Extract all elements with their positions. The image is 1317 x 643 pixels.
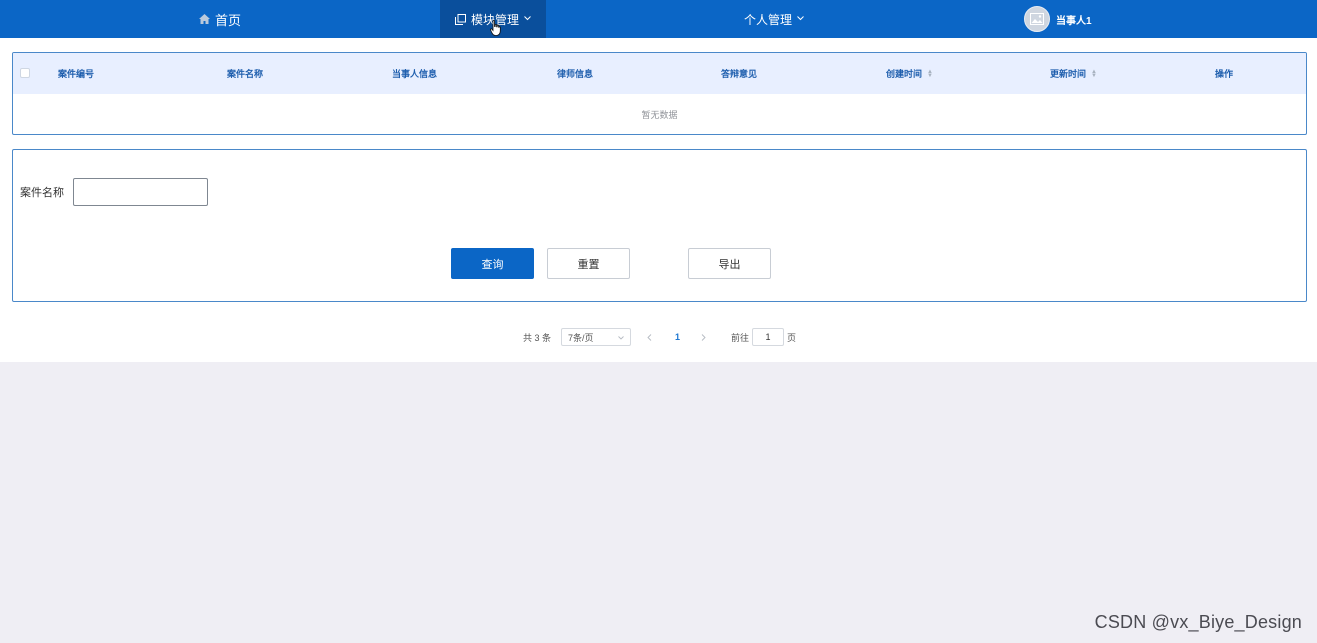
case-name-label: 案件名称: [20, 187, 64, 199]
column-header-lawyer-info: 律师信息: [557, 69, 594, 79]
nav-home-label: 首页: [215, 12, 242, 28]
column-header-actions: 操作: [1215, 69, 1234, 79]
page-size-value: 7条/页: [568, 332, 594, 343]
column-header-created-time[interactable]: 创建时间 ▲ ▼: [886, 53, 933, 94]
chevron-down-icon: [524, 13, 531, 23]
case-table: 案件编号 案件名称 当事人信息 律师信息 答辩意见 创建时间 ▲ ▼ 更新时间 ▲…: [12, 52, 1307, 135]
home-icon: [199, 14, 210, 24]
column-header-defense-opinion: 答辩意见: [721, 69, 758, 79]
top-navbar: 首页 模块管理 个人管理 当事人1: [0, 0, 1317, 38]
nav-personal-label: 个人管理: [744, 12, 793, 27]
watermark: CSDN @vx_Biye_Design: [1094, 612, 1302, 632]
table-header: 案件编号 案件名称 当事人信息 律师信息 答辩意见 创建时间 ▲ ▼ 更新时间 ▲…: [13, 53, 1306, 94]
search-panel: 案件名称 查询 重置 导出: [12, 149, 1307, 302]
select-all-checkbox[interactable]: [20, 68, 30, 78]
reset-button[interactable]: 重置: [547, 248, 630, 279]
column-header-case-no: 案件编号: [58, 69, 95, 79]
page-size-select[interactable]: 7条/页: [561, 328, 631, 346]
page-suffix: 页: [787, 332, 797, 343]
user-name: 当事人1: [1056, 15, 1092, 27]
query-button[interactable]: 查询: [451, 248, 534, 279]
sort-icon[interactable]: ▲ ▼: [1091, 69, 1097, 79]
page-number[interactable]: 1: [675, 328, 680, 346]
pagination: 共 3 条 7条/页 1 前往 1 页: [0, 328, 1317, 348]
case-name-input[interactable]: [73, 178, 208, 206]
nav-home[interactable]: 首页: [199, 0, 241, 38]
pagination-total: 共 3 条: [523, 332, 552, 343]
main-content: 案件编号 案件名称 当事人信息 律师信息 答辩意见 创建时间 ▲ ▼ 更新时间 ▲…: [0, 38, 1317, 362]
chevron-down-icon: [618, 332, 624, 342]
chevron-left-icon[interactable]: [647, 328, 652, 346]
chevron-right-icon[interactable]: [701, 328, 706, 346]
chevron-down-icon: [797, 13, 804, 23]
column-header-party-info: 当事人信息: [392, 69, 438, 79]
avatar[interactable]: [1024, 6, 1050, 32]
goto-label: 前往: [731, 332, 750, 343]
goto-page-input[interactable]: 1: [752, 328, 784, 346]
image-placeholder-icon: [1030, 13, 1044, 25]
table-empty-text: 暂无数据: [641, 109, 678, 120]
copy-icon: [454, 13, 466, 25]
nav-user-menu[interactable]: 当事人1: [1024, 0, 1092, 38]
sort-icon[interactable]: ▲ ▼: [927, 69, 933, 79]
column-header-updated-time[interactable]: 更新时间 ▲ ▼: [1050, 53, 1097, 94]
export-button[interactable]: 导出: [688, 248, 771, 279]
column-header-case-name: 案件名称: [227, 69, 264, 79]
nav-personal-management[interactable]: 个人管理: [744, 0, 804, 38]
